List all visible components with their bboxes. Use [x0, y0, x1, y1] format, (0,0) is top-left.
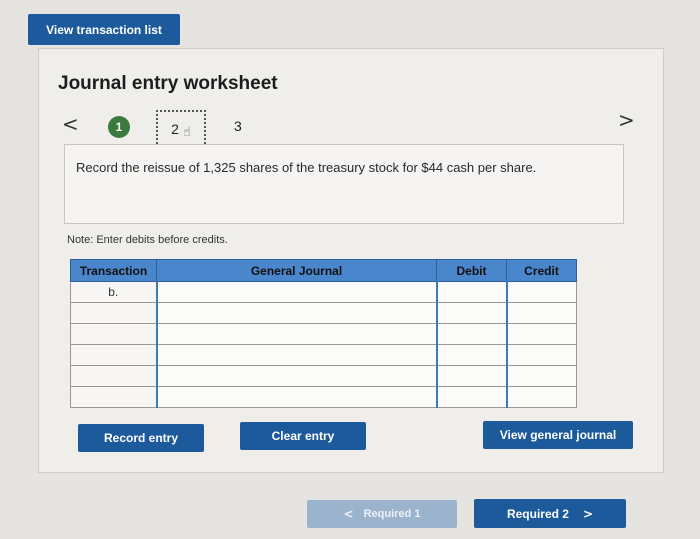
chevron-right-icon: >: [582, 506, 594, 521]
col-header-transaction: Transaction: [70, 259, 157, 282]
instruction-text: Record the reissue of 1,325 shares of th…: [76, 160, 537, 175]
transaction-cell: b.: [70, 281, 157, 303]
prev-step-arrow-icon[interactable]: <: [62, 114, 79, 134]
account-input[interactable]: [155, 281, 437, 303]
col-header-credit: Credit: [506, 259, 577, 282]
account-input[interactable]: [155, 344, 437, 366]
debit-input[interactable]: [435, 302, 507, 324]
account-input[interactable]: [155, 302, 437, 324]
instruction-box: [64, 144, 624, 224]
credit-input[interactable]: [505, 281, 577, 303]
credit-input[interactable]: [505, 365, 577, 387]
debit-input[interactable]: [435, 281, 507, 303]
journal-table: Transaction General Journal Debit Credit…: [70, 259, 577, 408]
required-1-label: Required 1: [363, 508, 421, 520]
hand-pointer-icon: ☝: [182, 124, 191, 139]
view-transaction-list-button[interactable]: View transaction list: [28, 14, 180, 45]
chevron-left-icon: <: [343, 507, 354, 521]
journal-header-row: Transaction General Journal Debit Credit: [70, 259, 577, 282]
table-row: b.: [70, 281, 577, 303]
transaction-cell: [70, 302, 157, 324]
step-2-label: 2: [171, 121, 179, 137]
credit-input[interactable]: [505, 344, 577, 366]
account-input[interactable]: [155, 365, 437, 387]
step-1-label: 1: [115, 120, 123, 134]
table-row: [70, 344, 577, 366]
account-input[interactable]: [155, 323, 437, 345]
table-row: [70, 302, 577, 324]
step-2-current[interactable]: 2 ☝: [156, 110, 206, 148]
required-2-button[interactable]: Required 2 >: [474, 499, 626, 528]
view-general-journal-button[interactable]: View general journal: [483, 421, 633, 449]
transaction-cell: [70, 365, 157, 387]
transaction-cell: [70, 323, 157, 345]
transaction-cell: [70, 344, 157, 366]
table-row: [70, 323, 577, 345]
entry-note: Note: Enter debits before credits.: [67, 234, 228, 246]
transaction-cell: [70, 386, 157, 408]
table-row: [70, 386, 577, 408]
record-entry-button[interactable]: Record entry: [78, 424, 204, 452]
worksheet-title: Journal entry worksheet: [58, 73, 278, 94]
account-input[interactable]: [155, 386, 437, 408]
required-1-button[interactable]: < Required 1: [307, 500, 457, 528]
step-3[interactable]: 3: [234, 118, 242, 134]
credit-input[interactable]: [505, 323, 577, 345]
credit-input[interactable]: [505, 386, 577, 408]
next-step-arrow-icon[interactable]: >: [618, 110, 635, 130]
debit-input[interactable]: [435, 344, 507, 366]
debit-input[interactable]: [435, 323, 507, 345]
step-1-complete[interactable]: 1: [108, 116, 130, 138]
clear-entry-button[interactable]: Clear entry: [240, 422, 366, 450]
col-header-debit: Debit: [436, 259, 507, 282]
debit-input[interactable]: [435, 365, 507, 387]
debit-input[interactable]: [435, 386, 507, 408]
col-header-general-journal: General Journal: [156, 259, 437, 282]
table-row: [70, 365, 577, 387]
credit-input[interactable]: [505, 302, 577, 324]
required-2-label: Required 2: [506, 506, 569, 521]
